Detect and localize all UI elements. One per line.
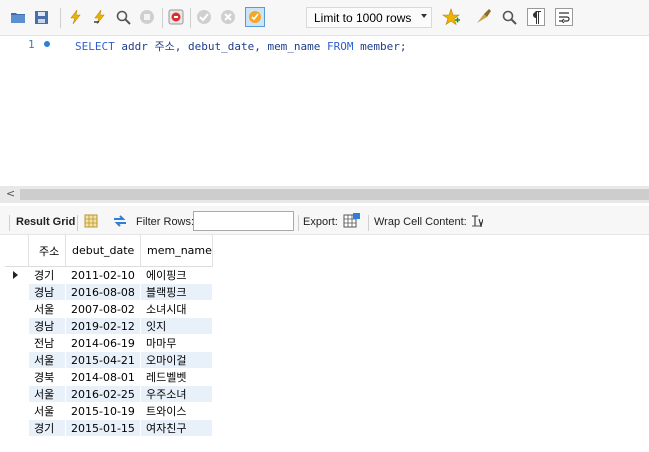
result-grid-table: 주소 debut_date mem_name 경기 2011-02-10 에이핑크 경… xyxy=(5,235,213,437)
line-number: 1 xyxy=(28,38,35,51)
stop-icon[interactable] xyxy=(138,8,156,26)
table-row[interactable]: 서울 2015-10-19 트와이스 xyxy=(5,402,213,420)
row-indicator[interactable] xyxy=(5,351,29,369)
row-indicator[interactable] xyxy=(5,317,29,335)
result-toolbar: Result Grid Filter Rows: Export: Wrap Ce… xyxy=(0,206,649,235)
row-indicator[interactable] xyxy=(5,334,29,352)
word-wrap-icon[interactable] xyxy=(555,8,573,26)
cell-addr[interactable]: 서울 xyxy=(28,402,66,420)
cell-debut-date[interactable]: 2014-06-19 xyxy=(65,334,141,352)
cell-debut-date[interactable]: 2019-02-12 xyxy=(65,317,141,335)
column-header-addr[interactable]: 주소 xyxy=(28,235,66,267)
export-label: Export: xyxy=(303,216,338,228)
row-indicator[interactable] xyxy=(5,419,29,437)
sql-editor[interactable]: 1 SELECT addr 주소, debut_date, mem_name F… xyxy=(0,36,649,186)
grid-header-row: 주소 debut_date mem_name xyxy=(5,235,213,267)
export-icon[interactable] xyxy=(343,212,361,233)
table-row[interactable]: 경기 2015-01-15 여자친구 xyxy=(5,419,213,437)
sql-text[interactable]: SELECT addr 주소, debut_date, mem_name FRO… xyxy=(75,38,407,54)
row-indicator[interactable] xyxy=(5,300,29,318)
sql-text-columns: addr 주소, debut_date, mem_name xyxy=(114,40,328,53)
save-icon[interactable] xyxy=(32,8,50,26)
cell-addr[interactable]: 경기 xyxy=(28,266,66,284)
cell-addr[interactable]: 서울 xyxy=(28,385,66,403)
cell-debut-date[interactable]: 2015-10-19 xyxy=(65,402,141,420)
cell-mem-name[interactable]: 소녀시대 xyxy=(140,300,213,318)
rollback-x-icon[interactable] xyxy=(219,8,237,26)
result-grid-tab[interactable]: Result Grid xyxy=(16,216,75,228)
cell-debut-date[interactable]: 2011-02-10 xyxy=(65,266,141,284)
cell-mem-name[interactable]: 트와이스 xyxy=(140,402,213,420)
current-row-arrow-icon xyxy=(13,271,18,279)
beautify-brush-icon[interactable] xyxy=(474,8,492,26)
add-snippet-star-icon[interactable] xyxy=(442,8,460,26)
limit-rows-select[interactable]: Limit to 1000 rows xyxy=(306,7,432,28)
execute-bolt-icon[interactable] xyxy=(66,8,84,26)
row-indicator[interactable] xyxy=(5,385,29,403)
sql-editor-toolbar: Limit to 1000 rows xyxy=(0,0,649,36)
cell-addr[interactable]: 서울 xyxy=(28,351,66,369)
wrap-cell-toggle-icon[interactable] xyxy=(471,215,484,230)
cell-debut-date[interactable]: 2007-08-02 xyxy=(65,300,141,318)
cell-mem-name[interactable]: 에이핑크 xyxy=(140,266,213,284)
filter-rows-label: Filter Rows: xyxy=(136,216,195,228)
cell-addr[interactable]: 경북 xyxy=(28,368,66,386)
cell-mem-name[interactable]: 블랙핑크 xyxy=(140,283,213,301)
cell-mem-name[interactable]: 여자친구 xyxy=(140,419,213,437)
autocommit-toggle-icon[interactable] xyxy=(245,7,265,27)
column-header-mem-name[interactable]: mem_name xyxy=(140,235,213,267)
cell-debut-date[interactable]: 2015-04-21 xyxy=(65,351,141,369)
refresh-arrows-icon[interactable] xyxy=(112,214,128,231)
cell-mem-name[interactable]: 잇지 xyxy=(140,317,213,335)
table-row[interactable]: 서울 2016-02-25 우주소녀 xyxy=(5,385,213,403)
cell-mem-name[interactable]: 레드벨벳 xyxy=(140,368,213,386)
table-row[interactable]: 경북 2014-08-01 레드벨벳 xyxy=(5,368,213,386)
cell-mem-name[interactable]: 우주소녀 xyxy=(140,385,213,403)
statement-marker-icon xyxy=(44,41,50,47)
open-folder-icon[interactable] xyxy=(9,8,27,26)
cell-mem-name[interactable]: 오마이걸 xyxy=(140,351,213,369)
table-row[interactable]: 전남 2014-06-19 마마무 xyxy=(5,334,213,352)
limit-rows-label: Limit to 1000 rows xyxy=(314,11,412,25)
sql-text-table: member; xyxy=(353,40,407,53)
row-indicator-header xyxy=(5,235,29,267)
scrollbar-thumb[interactable] xyxy=(20,189,649,200)
column-header-debut-date[interactable]: debut_date xyxy=(65,235,141,267)
table-row[interactable]: 경기 2011-02-10 에이핑크 xyxy=(5,266,213,284)
cell-debut-date[interactable]: 2015-01-15 xyxy=(65,419,141,437)
table-row[interactable]: 서울 2015-04-21 오마이걸 xyxy=(5,351,213,369)
cell-addr[interactable]: 경기 xyxy=(28,419,66,437)
row-indicator[interactable] xyxy=(5,266,29,284)
cell-mem-name[interactable]: 마마무 xyxy=(140,334,213,352)
row-indicator[interactable] xyxy=(5,283,29,301)
cell-debut-date[interactable]: 2016-02-25 xyxy=(65,385,141,403)
cell-addr[interactable]: 경남 xyxy=(28,283,66,301)
commit-check-icon[interactable] xyxy=(195,8,213,26)
row-indicator[interactable] xyxy=(5,368,29,386)
chevron-down-icon xyxy=(421,14,427,18)
grid-view-icon[interactable] xyxy=(84,214,98,231)
cell-addr[interactable]: 전남 xyxy=(28,334,66,352)
cell-debut-date[interactable]: 2016-08-08 xyxy=(65,283,141,301)
invisible-chars-pilcrow-icon[interactable] xyxy=(527,8,545,26)
filter-rows-input[interactable] xyxy=(193,211,294,231)
cell-debut-date[interactable]: 2014-08-01 xyxy=(65,368,141,386)
execute-current-bolt-icon[interactable] xyxy=(90,8,108,26)
editor-horizontal-scrollbar[interactable]: < xyxy=(0,186,649,203)
stop-on-error-icon[interactable] xyxy=(167,8,185,26)
sql-keyword-select: SELECT xyxy=(75,40,115,53)
cell-addr[interactable]: 경남 xyxy=(28,317,66,335)
wrap-cell-content-label: Wrap Cell Content: xyxy=(374,216,467,228)
row-indicator[interactable] xyxy=(5,402,29,420)
scroll-left-arrow-icon[interactable]: < xyxy=(6,187,15,200)
sql-keyword-from: FROM xyxy=(327,40,354,53)
table-row[interactable]: 서울 2007-08-02 소녀시대 xyxy=(5,300,213,318)
table-row[interactable]: 경남 2016-08-08 블랙핑크 xyxy=(5,283,213,301)
find-magnifier-icon[interactable] xyxy=(500,8,518,26)
cell-addr[interactable]: 서울 xyxy=(28,300,66,318)
table-row[interactable]: 경남 2019-02-12 잇지 xyxy=(5,317,213,335)
explain-magnifier-icon[interactable] xyxy=(114,8,132,26)
